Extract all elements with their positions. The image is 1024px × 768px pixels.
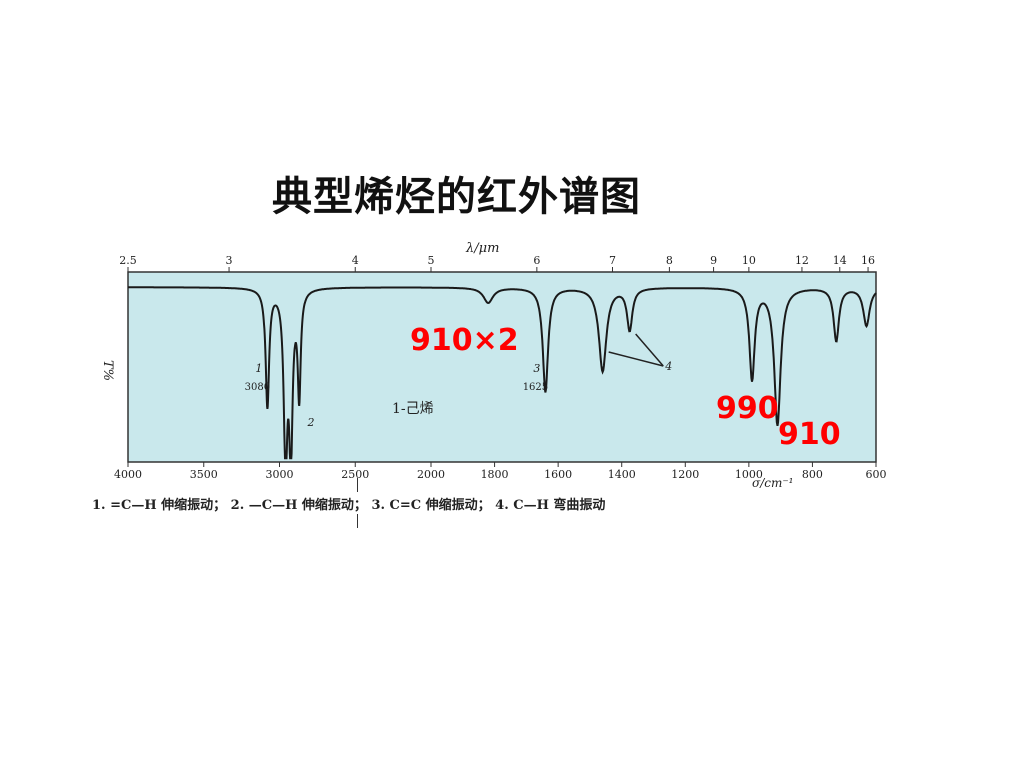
peak-number-label: 4 xyxy=(664,360,672,373)
ir-spectrum-chart: 2.5 3 4 5 6 7 8 9 10 12 14 16 4000 3500 3000 2500 2000 1… xyxy=(100,241,887,490)
caption-bond-mark-lower xyxy=(357,514,358,528)
x2-tick-label: 9 xyxy=(710,254,717,267)
x-tick-label: 800 xyxy=(802,468,823,481)
x2-tick-label: 12 xyxy=(795,254,809,267)
peak-number-label: 1 xyxy=(255,362,262,375)
x2-tick-label: 16 xyxy=(861,254,875,267)
x2-tick-label: 3 xyxy=(226,254,233,267)
peak-910-annotation: 910 xyxy=(778,417,841,452)
top-wavelength-axis: 2.5 3 4 5 6 7 8 9 10 12 14 16 xyxy=(119,254,875,272)
overtone-annotation: 910×2 xyxy=(410,323,519,358)
x2-tick-label: 5 xyxy=(428,254,435,267)
x-tick-label: 3500 xyxy=(190,468,218,481)
x2-tick-label: 7 xyxy=(609,254,616,267)
x-tick-label: 1400 xyxy=(608,468,636,481)
x-tick-label: 1600 xyxy=(544,468,572,481)
caption-bond-mark xyxy=(357,478,358,492)
x2-tick-label: 8 xyxy=(666,254,673,267)
x2-tick-label: 6 xyxy=(533,254,540,267)
top-axis-label: λ/μm xyxy=(465,241,499,256)
x-tick-label: 600 xyxy=(866,468,887,481)
peak-value-label: 1625 xyxy=(523,382,548,393)
bottom-axis-label: σ/cm⁻¹ xyxy=(752,476,793,490)
x2-tick-label: 2.5 xyxy=(119,254,137,267)
x-tick-label: 1800 xyxy=(481,468,509,481)
x2-tick-label: 10 xyxy=(742,254,756,267)
x-tick-label: 2500 xyxy=(341,468,369,481)
y-axis-label: T% xyxy=(100,360,115,381)
peak-value-label: 3080 xyxy=(245,382,270,393)
x2-tick-label: 14 xyxy=(833,254,847,267)
compound-label: 1-己烯 xyxy=(392,401,434,417)
x-tick-label: 2000 xyxy=(417,468,445,481)
peak-990-annotation: 990 xyxy=(716,391,779,426)
band-caption: 1. =C—H 伸缩振动； 2. —C—H 伸缩振动； 3. C=C 伸缩振动；… xyxy=(92,498,606,513)
peak-number-label: 3 xyxy=(533,362,540,375)
x-tick-label: 3000 xyxy=(266,468,294,481)
x2-tick-label: 4 xyxy=(352,254,359,267)
x-tick-label: 1200 xyxy=(671,468,699,481)
peak-number-label: 2 xyxy=(307,416,315,429)
plot-background xyxy=(127,271,877,463)
x-tick-label: 4000 xyxy=(114,468,142,481)
